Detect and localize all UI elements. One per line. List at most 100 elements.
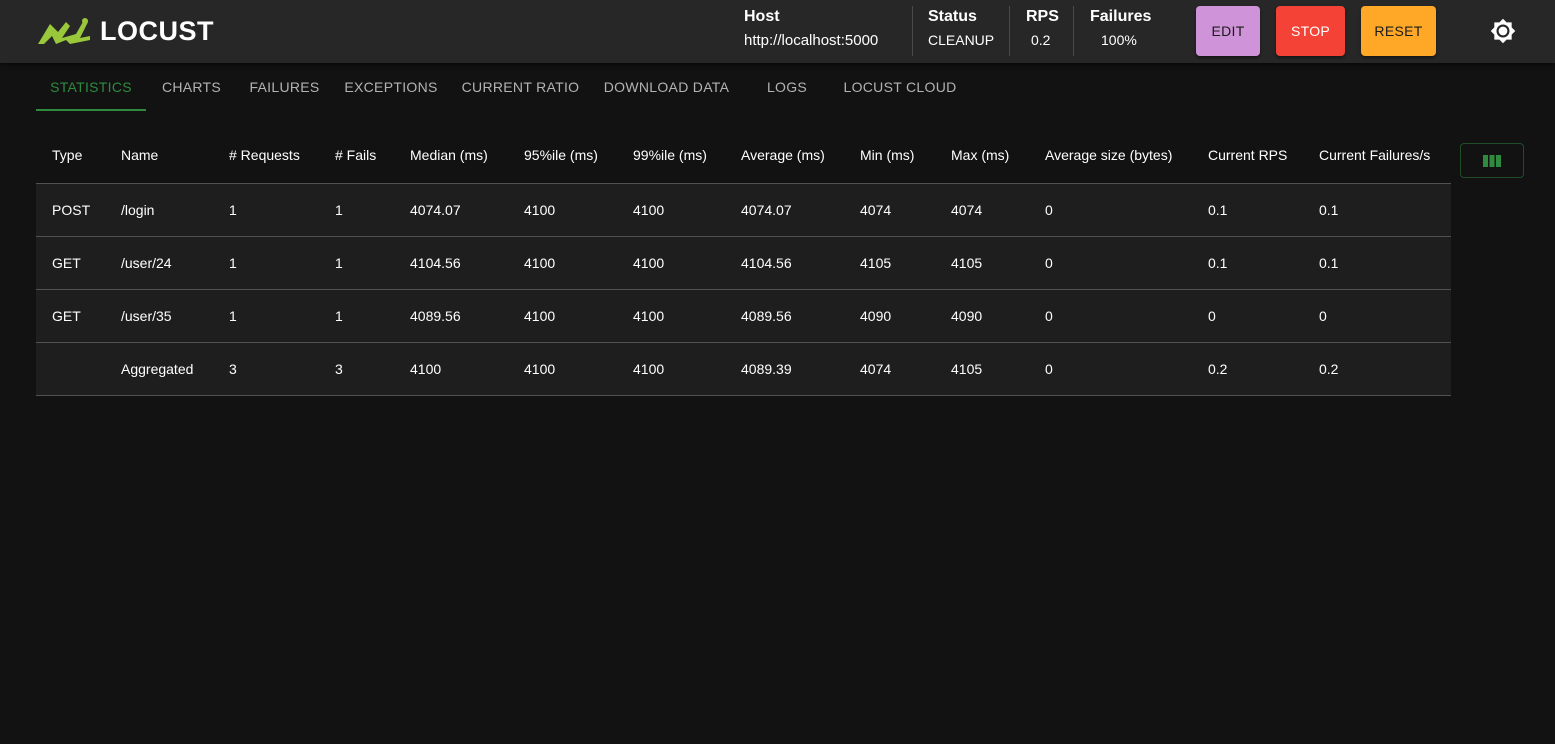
table-cell: 0 [1319, 307, 1327, 324]
rps-stat: RPS 0.2 [1026, 0, 1062, 63]
table-cell: 4074 [951, 201, 983, 218]
table-cell: 1 [229, 307, 237, 324]
column-header[interactable]: Average size (bytes) [1029, 128, 1192, 183]
table-cell: 1 [229, 201, 237, 218]
column-selector-button[interactable] [1460, 143, 1524, 178]
table-header-row: Type Name # Requests # Fails Median (ms)… [36, 128, 1451, 183]
table-cell: 4090 [951, 307, 983, 324]
table-cell: 0 [1045, 201, 1053, 218]
table-cell: 0.1 [1319, 201, 1339, 218]
failures-label: Failures [1090, 8, 1152, 25]
statistics-table: Type Name # Requests # Fails Median (ms)… [36, 128, 1451, 396]
header-divider [912, 6, 913, 56]
table-cell: 4089.56 [410, 307, 461, 324]
table-cell: Aggregated [121, 360, 194, 377]
table-row: GET /user/35 1 1 4089.56 4100 4100 4089.… [36, 289, 1451, 342]
table-cell: 4100 [633, 254, 665, 271]
table-cell: 1 [335, 201, 343, 218]
table-cell: 4089.39 [741, 360, 792, 377]
table-cell: 3 [335, 360, 343, 377]
table-cell: 4074 [860, 201, 892, 218]
table-cell: 4100 [633, 201, 665, 218]
rps-label: RPS [1026, 8, 1059, 25]
active-tab-indicator [36, 109, 146, 111]
column-header[interactable]: Average (ms) [725, 128, 844, 183]
table-cell: 4100 [524, 254, 556, 271]
column-header[interactable]: Type [36, 128, 105, 183]
table-cell: 4090 [860, 307, 892, 324]
table-cell: 4105 [860, 254, 892, 271]
failures-value: 100% [1101, 32, 1137, 48]
column-header[interactable]: Current Failures/s [1303, 128, 1451, 183]
column-header[interactable]: Name [105, 128, 213, 183]
tab-failures[interactable]: FAILURES [237, 63, 332, 111]
table-cell: 0.2 [1208, 360, 1228, 377]
column-header[interactable]: Max (ms) [935, 128, 1029, 183]
table-cell: POST [52, 201, 91, 218]
sun-icon [1490, 18, 1516, 44]
column-header[interactable]: 95%ile (ms) [508, 128, 617, 183]
column-header[interactable]: Median (ms) [394, 128, 508, 183]
table-cell: /user/35 [121, 307, 172, 324]
table-cell: 1 [335, 254, 343, 271]
column-header[interactable]: Current RPS [1192, 128, 1303, 183]
table-cell: 4104.56 [410, 254, 461, 271]
table-cell: 4105 [951, 254, 983, 271]
table-cell: 0 [1208, 307, 1216, 324]
table-cell: 4100 [524, 360, 556, 377]
tab-current-ratio[interactable]: CURRENT RATIO [450, 63, 591, 111]
table-row: GET /user/24 1 1 4104.56 4100 4100 4104.… [36, 236, 1451, 289]
view-column-icon [1483, 154, 1501, 167]
tab-exceptions[interactable]: EXCEPTIONS [332, 63, 450, 111]
table-row: POST /login 1 1 4074.07 4100 4100 4074.0… [36, 183, 1451, 236]
tab-logs[interactable]: LOGS [742, 63, 832, 111]
tab-charts[interactable]: CHARTS [146, 63, 237, 111]
table-cell: 0 [1045, 360, 1053, 377]
rps-value: 0.2 [1031, 32, 1051, 48]
column-header[interactable]: # Fails [319, 128, 394, 183]
column-header[interactable]: 99%ile (ms) [617, 128, 725, 183]
table-cell: 4100 [524, 201, 556, 218]
table-cell: 4074 [860, 360, 892, 377]
table-cell: /login [121, 201, 155, 218]
tab-locust-cloud[interactable]: LOCUST CLOUD [832, 63, 968, 111]
edit-button[interactable]: EDIT [1196, 6, 1260, 56]
table-cell [36, 342, 105, 395]
locust-logo[interactable]: LOCUST [36, 16, 214, 46]
table-cell: 1 [335, 307, 343, 324]
locust-logo-icon [38, 18, 90, 44]
table-cell: 1 [229, 254, 237, 271]
table-cell: 4100 [410, 360, 442, 377]
host-value: http://localhost:5000 [744, 32, 879, 49]
table-cell: 0.1 [1208, 201, 1228, 218]
header-divider [1073, 6, 1074, 56]
table-cell: 4100 [633, 307, 665, 324]
table-cell: 0 [1045, 254, 1053, 271]
table-cell: 0 [1045, 307, 1053, 324]
stop-button[interactable]: STOP [1276, 6, 1345, 56]
app-bar: LOCUST Host http://localhost:5000 Status… [0, 0, 1555, 63]
theme-toggle-button[interactable] [1490, 18, 1516, 44]
reset-button[interactable]: RESET [1361, 6, 1436, 56]
table-cell: GET [52, 307, 81, 324]
header-divider [1009, 6, 1010, 56]
table-cell: /user/24 [121, 254, 172, 271]
table-cell: 0.1 [1208, 254, 1228, 271]
table-cell: 0.2 [1319, 360, 1339, 377]
table-cell: 4089.56 [741, 307, 792, 324]
table-cell: 4105 [951, 360, 983, 377]
app-name: LOCUST [100, 16, 214, 46]
status-stat: Status CLEANUP [928, 0, 998, 63]
table-cell: 4074.07 [741, 201, 792, 218]
table-cell: GET [52, 254, 81, 271]
column-header[interactable]: # Requests [213, 128, 319, 183]
table-cell: 4100 [633, 360, 665, 377]
table-cell: 4074.07 [410, 201, 461, 218]
tab-download-data[interactable]: DOWNLOAD DATA [591, 63, 742, 111]
aggregated-row: Aggregated 3 3 4100 4100 4100 4089.39 40… [36, 342, 1451, 395]
tab-statistics[interactable]: STATISTICS [36, 63, 146, 111]
column-header[interactable]: Min (ms) [844, 128, 935, 183]
statistics-table-container: Type Name # Requests # Fails Median (ms)… [36, 128, 1451, 396]
host-label: Host [744, 8, 780, 25]
status-label: Status [928, 8, 977, 25]
